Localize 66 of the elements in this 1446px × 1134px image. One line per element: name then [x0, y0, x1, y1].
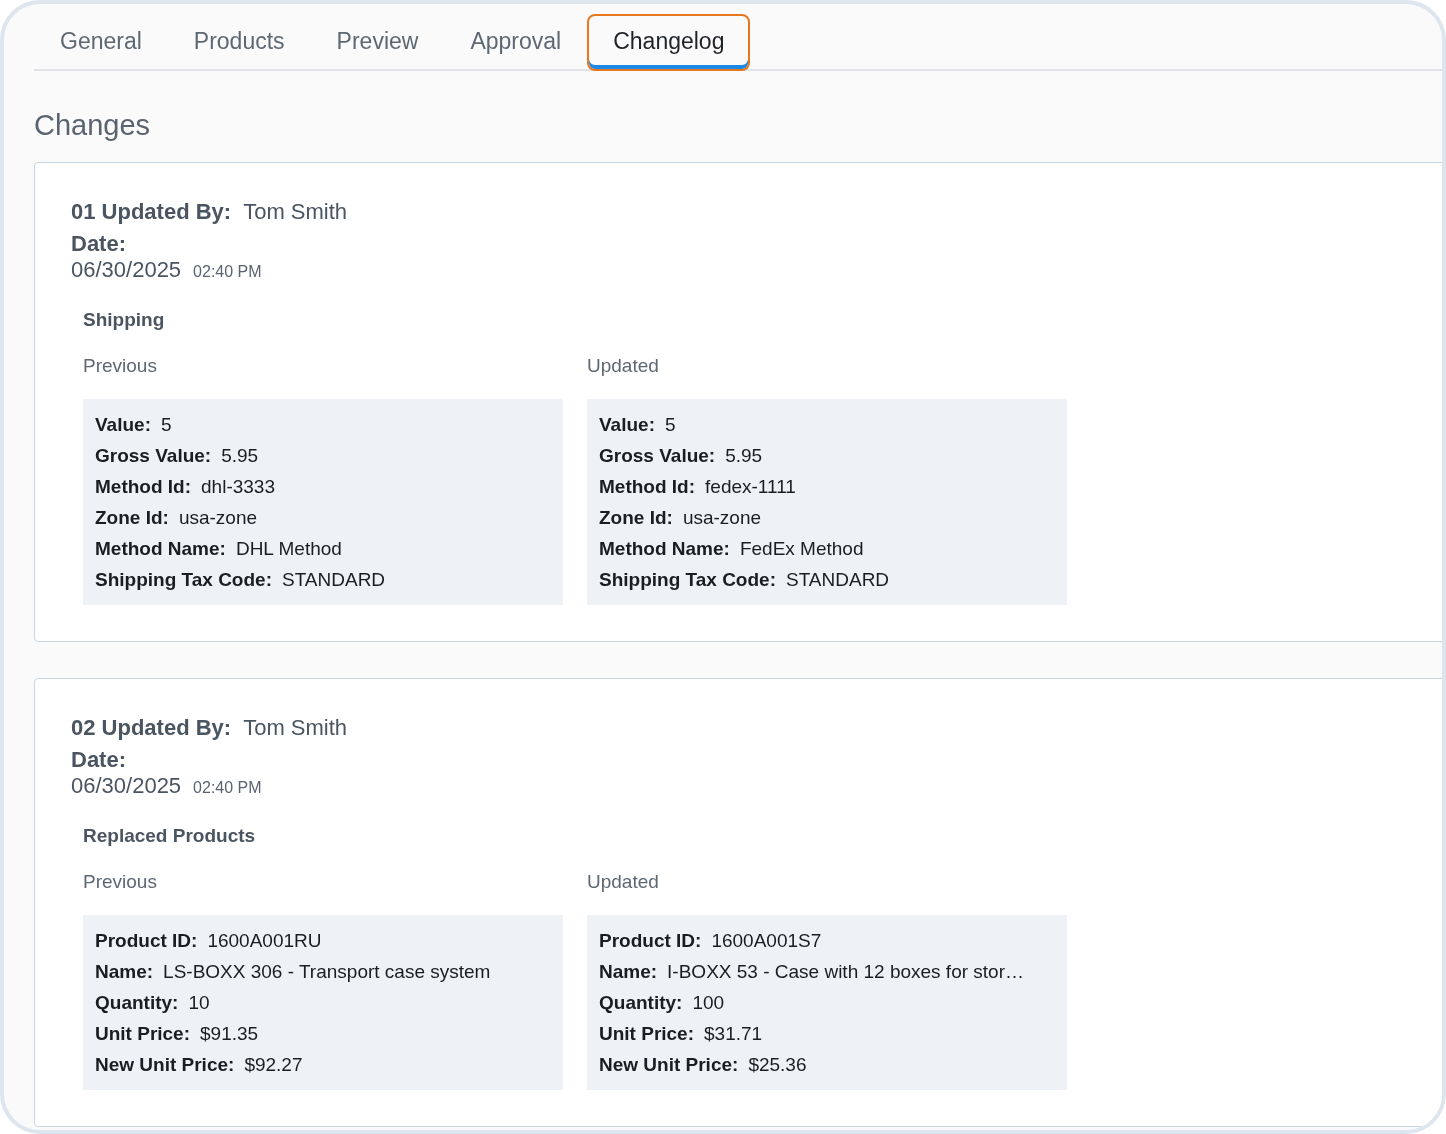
field-value: 5.95	[725, 444, 763, 468]
field-value: dhl-3333	[201, 475, 275, 499]
field-value: $31.71	[704, 1022, 763, 1046]
field-value: usa-zone	[178, 506, 258, 530]
field-label: Method Id:	[95, 475, 192, 499]
author-name: Tom Smith	[243, 199, 348, 225]
date-value: 06/30/2025	[71, 257, 182, 283]
tab[interactable]: General	[34, 14, 168, 71]
time-value: 02:40 PM	[193, 779, 262, 797]
field-label: Gross Value:	[599, 444, 716, 468]
column-title: Updated	[587, 355, 660, 377]
field-value: STANDARD	[786, 568, 890, 592]
field-label: Shipping Tax Code:	[95, 568, 272, 592]
entry-number-label: 01 Updated By:	[71, 199, 232, 225]
field-value: I-BOXX 53 - Case with 12 boxes for stor…	[667, 960, 1024, 984]
field-label: Name:	[95, 960, 154, 984]
date-label: Date:	[71, 231, 126, 257]
field-value: FedEx Method	[739, 537, 864, 561]
field-value: 5.95	[221, 444, 259, 468]
date-label: Date:	[71, 747, 126, 773]
column-title: Previous	[83, 871, 158, 893]
field-value: $91.35	[200, 1022, 259, 1046]
time-value: 02:40 PM	[193, 263, 262, 281]
author-name: Tom Smith	[243, 715, 348, 741]
field-value: 5	[161, 413, 172, 437]
change-section-title: Shipping	[83, 309, 166, 331]
field-label: Method Name:	[95, 537, 226, 561]
field-value: 1600A001S7	[711, 929, 822, 953]
field-value: 10	[188, 991, 210, 1015]
field-value: $25.36	[748, 1053, 807, 1077]
section-heading: Changes	[34, 109, 152, 142]
field-label: Value:	[95, 413, 151, 437]
column-title: Updated	[587, 871, 660, 893]
tab[interactable]: Products	[167, 14, 311, 71]
field-value: fedex-1111	[705, 475, 796, 499]
field-value: usa-zone	[682, 506, 762, 530]
field-label: Unit Price:	[95, 1022, 191, 1046]
field-label: Name:	[599, 960, 658, 984]
field-label: Product ID:	[95, 929, 198, 953]
field-label: Zone Id:	[599, 506, 673, 530]
field-value: STANDARD	[282, 568, 386, 592]
date-value: 06/30/2025	[71, 773, 182, 799]
field-label: Method Name:	[599, 537, 730, 561]
field-label: Shipping Tax Code:	[599, 568, 776, 592]
field-label: Quantity:	[599, 991, 683, 1015]
tab[interactable]: Approval	[444, 14, 588, 71]
field-label: New Unit Price:	[599, 1053, 739, 1077]
field-label: Zone Id:	[95, 506, 169, 530]
field-value: $92.27	[244, 1053, 303, 1077]
field-label: Quantity:	[95, 991, 179, 1015]
field-value: 1600A001RU	[207, 929, 322, 953]
entry-number-label: 02 Updated By:	[71, 715, 232, 741]
tab[interactable]: Changelog	[587, 14, 751, 71]
change-section-title: Replaced Products	[83, 825, 257, 847]
field-label: Product ID:	[599, 929, 702, 953]
column-title: Previous	[83, 355, 158, 377]
field-value: 100	[692, 991, 725, 1015]
tab[interactable]: Preview	[310, 14, 445, 71]
field-value: 5	[665, 413, 676, 437]
field-label: Gross Value:	[95, 444, 212, 468]
field-value: DHL Method	[235, 537, 342, 561]
field-label: Method Id:	[599, 475, 696, 499]
field-label: Value:	[599, 413, 655, 437]
field-value: LS-BOXX 306 - Transport case system	[163, 960, 491, 984]
field-label: New Unit Price:	[95, 1053, 235, 1077]
field-label: Unit Price:	[599, 1022, 695, 1046]
